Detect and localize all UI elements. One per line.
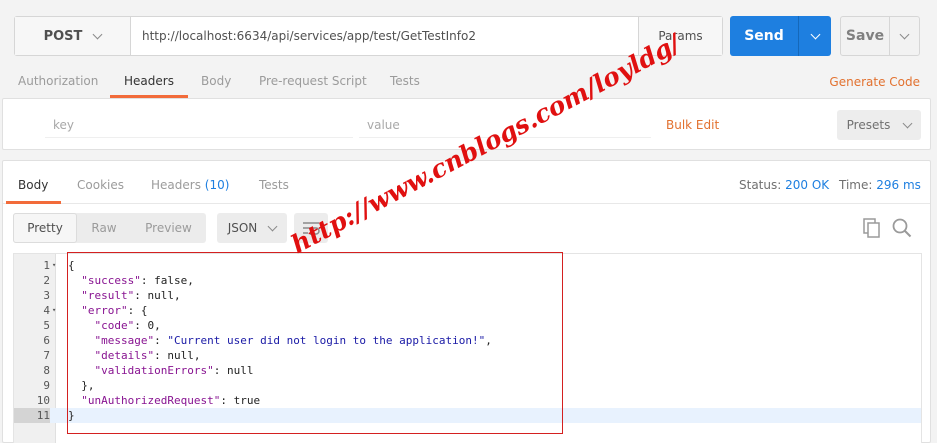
response-status: Status: 200 OK	[739, 178, 829, 192]
presets-dropdown[interactable]: Presets	[837, 110, 921, 140]
line-number: 5	[43, 319, 50, 332]
send-dropdown-button[interactable]	[798, 16, 831, 56]
tab-pre-request-script[interactable]: Pre-request Script	[259, 60, 367, 98]
key-divider	[45, 137, 353, 138]
code-line: 2 "success": false,	[14, 273, 921, 288]
bulk-edit-link[interactable]: Bulk Edit	[666, 118, 719, 132]
chevron-down-icon	[902, 118, 913, 128]
line-number: 8	[43, 364, 50, 377]
status-value: 200 OK	[785, 178, 830, 192]
code-text: "validationErrors": null	[94, 364, 254, 377]
headers-panel: key value Bulk Edit Presets	[2, 98, 931, 150]
view-raw-button[interactable]: Raw	[77, 213, 131, 243]
response-tab-headers[interactable]: Headers (10)	[151, 178, 229, 192]
code-line: 5 "code": 0,	[14, 318, 921, 333]
view-mode-switch: Pretty Raw Preview	[13, 213, 206, 243]
code-line: 11}	[14, 408, 921, 423]
method-label: POST	[43, 28, 83, 44]
line-number: 6	[43, 334, 50, 347]
line-number: 9	[43, 379, 50, 392]
response-tab-cookies[interactable]: Cookies	[77, 178, 124, 192]
status-label: Status:	[739, 178, 782, 192]
key-input[interactable]: key	[53, 118, 74, 132]
chevron-down-icon	[899, 29, 910, 39]
code-text: "success": false,	[81, 274, 194, 287]
response-body-editor[interactable]: 1 ▾{2 "success": false, 3 "result": null, 4…	[13, 253, 922, 443]
code-text: "code": 0,	[94, 319, 161, 332]
view-pretty-button[interactable]: Pretty	[13, 213, 77, 243]
wrap-lines-icon	[303, 222, 320, 235]
code-text: "result": null,	[81, 289, 181, 302]
method-select[interactable]: POST	[15, 17, 131, 55]
format-dropdown[interactable]: JSON	[217, 213, 287, 243]
response-tab-body[interactable]: Body	[18, 178, 48, 192]
format-label: JSON	[227, 221, 258, 235]
line-number: 7	[43, 349, 50, 362]
response-tabs: Body Cookies Headers (10) Tests Status: …	[3, 161, 930, 204]
code-text: "error": {	[81, 304, 148, 317]
send-button[interactable]: Send	[730, 16, 798, 56]
response-tab-headers-label: Headers	[151, 178, 201, 192]
send-button-group: Send	[730, 16, 831, 56]
params-button[interactable]: Params	[638, 17, 722, 55]
url-text: http://localhost:6634/api/services/app/t…	[142, 29, 476, 43]
code-line: 3 "result": null,	[14, 288, 921, 303]
code-line: 9 },	[14, 378, 921, 393]
code-line: 6 "message": "Current user did not login…	[14, 333, 921, 348]
code-line: 7 "details": null,	[14, 348, 921, 363]
url-input[interactable]: http://localhost:6634/api/services/app/t…	[131, 17, 638, 55]
response-tab-tests[interactable]: Tests	[259, 178, 289, 192]
code-line: 4 ▾ "error": {	[14, 303, 921, 318]
code-text: {	[68, 259, 75, 272]
save-dropdown-button[interactable]	[889, 17, 919, 55]
fold-arrow-icon[interactable]: ▾	[52, 303, 56, 318]
request-bar: POST http://localhost:6634/api/services/…	[14, 16, 723, 56]
tab-body[interactable]: Body	[201, 60, 231, 98]
code-line: 8 "validationErrors": null	[14, 363, 921, 378]
response-panel: Body Cookies Headers (10) Tests Status: …	[2, 160, 931, 443]
active-tab-indicator	[6, 201, 61, 204]
line-number: 4	[43, 304, 50, 317]
line-number: 3	[43, 289, 50, 302]
headers-count: (10)	[204, 178, 230, 192]
search-icon[interactable]	[892, 218, 912, 238]
tab-tests[interactable]: Tests	[390, 60, 420, 98]
save-button-group: Save	[840, 16, 920, 56]
tab-headers[interactable]: Headers	[110, 60, 188, 98]
copy-icon[interactable]	[863, 218, 881, 238]
code-text: "details": null,	[94, 349, 201, 362]
code-line: 1 ▾ {	[14, 258, 921, 273]
chevron-down-icon	[810, 29, 820, 39]
value-divider	[359, 137, 651, 138]
code-text: "unAuthorizedRequest": true	[81, 394, 261, 407]
line-number: 2	[43, 274, 50, 287]
time-value: 296 ms	[876, 178, 921, 192]
save-button[interactable]: Save	[841, 17, 889, 55]
request-tabs: Authorization Headers Body Pre-request S…	[0, 60, 937, 98]
code-line: 10 "unAuthorizedRequest": true	[14, 393, 921, 408]
line-number: 11	[14, 408, 50, 423]
code-text: },	[68, 379, 95, 392]
presets-label: Presets	[846, 118, 891, 132]
response-time: Time: 296 ms	[839, 178, 921, 192]
chevron-down-icon	[267, 221, 278, 231]
line-number: 1	[43, 259, 50, 272]
code-text: }	[68, 409, 75, 422]
view-preview-button[interactable]: Preview	[131, 213, 206, 243]
chevron-down-icon	[92, 29, 103, 39]
params-label: Params	[658, 29, 703, 43]
generate-code-link[interactable]: Generate Code	[829, 75, 920, 89]
line-number: 10	[36, 394, 50, 407]
wrap-lines-button[interactable]	[294, 213, 328, 243]
value-input[interactable]: value	[367, 118, 400, 132]
fold-arrow-icon[interactable]: ▾	[52, 258, 56, 273]
code-text: "message": "Current user did not login t…	[94, 334, 492, 347]
time-label: Time:	[839, 178, 873, 192]
tab-authorization[interactable]: Authorization	[18, 60, 98, 98]
